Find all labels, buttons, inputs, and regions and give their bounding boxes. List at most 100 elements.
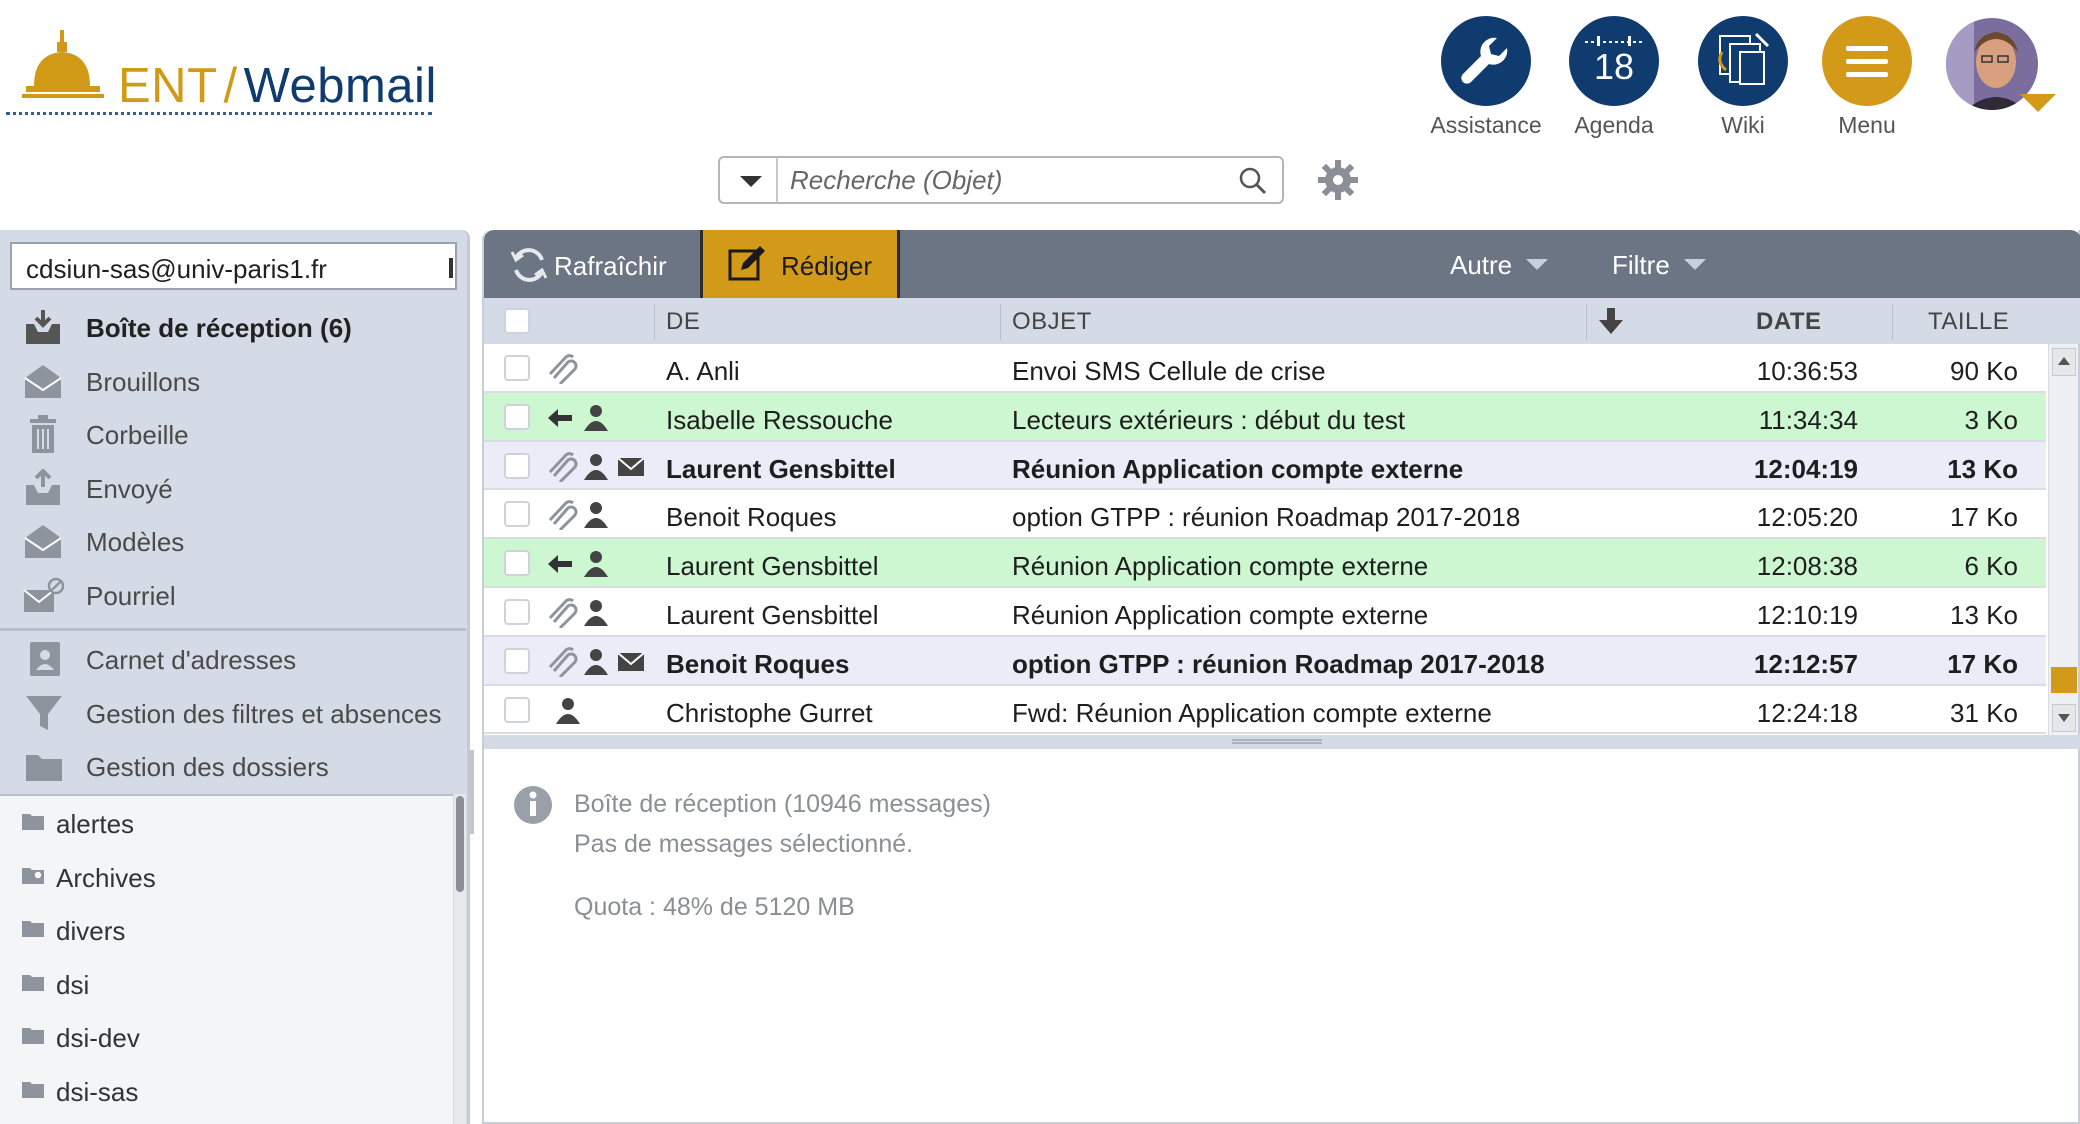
inbox-icon — [26, 310, 60, 344]
panel-resize-handle[interactable] — [470, 750, 474, 834]
column-from[interactable]: DE — [666, 308, 700, 336]
filters-link[interactable]: Gestion des filtres et absences — [0, 686, 466, 740]
message-from: Benoit Roques — [666, 648, 850, 679]
folder-dsi-sas[interactable]: dsi-sas — [0, 1064, 453, 1118]
column-date[interactable]: DATE — [1756, 308, 1822, 336]
scrollbar-thumb[interactable] — [2051, 667, 2077, 693]
message-row[interactable]: Laurent Gensbittel Réunion Application co… — [484, 539, 2046, 588]
assistance-button[interactable]: Assistance — [1421, 16, 1551, 139]
message-status-icons — [546, 549, 646, 579]
user-avatar[interactable] — [1944, 16, 2056, 112]
column-divider — [654, 304, 655, 340]
compose-label: Rédiger — [781, 251, 873, 281]
message-checkbox[interactable] — [504, 696, 530, 723]
other-menu[interactable]: Autre — [1450, 250, 1549, 281]
folder-icon — [22, 921, 44, 937]
filter-label: Filtre — [1612, 250, 1670, 280]
message-subject: Réunion Application compte externe — [1012, 551, 1429, 582]
message-size: 17 Ko — [1950, 502, 2018, 533]
message-from: Laurent Gensbittel — [666, 551, 879, 582]
message-size: 17 Ko — [1947, 648, 2018, 679]
message-checkbox[interactable] — [504, 550, 530, 577]
folder-list-scrollbar[interactable] — [454, 794, 466, 1124]
message-subject: Fwd: Réunion Application compte externe — [1012, 697, 1492, 728]
message-size: 3 Ko — [1964, 404, 2019, 435]
folder-label: Boîte de réception (6) — [86, 313, 352, 343]
message-from: Laurent Gensbittel — [666, 599, 879, 630]
column-subject[interactable]: OBJET — [1012, 308, 1092, 336]
message-list-scrollbar[interactable] — [2048, 344, 2078, 736]
folder-icon — [22, 814, 44, 830]
message-row[interactable]: A. Anli Envoi SMS Cellule de crise 10:36:5… — [484, 344, 2046, 393]
filter-menu[interactable]: Filtre — [1612, 250, 1706, 281]
folder-inbox[interactable]: Boîte de réception (6) — [0, 300, 466, 354]
trash-icon — [30, 415, 56, 453]
message-date: 12:24:18 — [1756, 697, 1858, 728]
folder-label: Pourriel — [86, 580, 176, 611]
preview-resize-handle[interactable] — [484, 735, 2080, 749]
message-subject: option GTPP : réunion Roadmap 2017-2018 — [1012, 648, 1545, 679]
folder-spam[interactable]: Pourriel — [0, 568, 466, 622]
refresh-button[interactable]: Rafraîchir — [498, 242, 678, 288]
message-size: 6 Ko — [1964, 551, 2019, 582]
message-checkbox[interactable] — [504, 598, 530, 625]
message-row[interactable]: Laurent Gensbittel Réunion Application co… — [484, 587, 2046, 637]
search-icon[interactable] — [1238, 166, 1268, 196]
message-status-icons — [546, 696, 646, 726]
search-input[interactable] — [790, 164, 1220, 196]
folder-archives[interactable]: Archives — [0, 850, 453, 904]
folder-drafts[interactable]: Brouillons — [0, 354, 466, 408]
message-size: 31 Ko — [1950, 697, 2018, 728]
wiki-icon — [1698, 16, 1788, 106]
scroll-up-arrow[interactable] — [2052, 348, 2076, 376]
folder-label: Modèles — [86, 527, 185, 557]
wiki-label: Wiki — [1721, 112, 1765, 138]
agenda-button[interactable]: 18 Agenda — [1549, 16, 1679, 139]
folders-management-link[interactable]: Gestion des dossiers — [0, 739, 466, 793]
message-row[interactable]: Benoit Roques option GTPP : réunion Roadm… — [484, 490, 2046, 540]
message-checkbox[interactable] — [504, 501, 530, 528]
message-row[interactable]: Benoit Roques option GTPP : réunion Roadm… — [484, 636, 2046, 686]
message-row[interactable]: Isabelle Ressouche Lecteurs extérieurs : … — [484, 392, 2046, 442]
folder-alertes[interactable]: alertes — [0, 796, 453, 850]
menu-button[interactable]: Menu — [1802, 16, 1932, 139]
compose-button[interactable]: Rédiger — [700, 230, 900, 298]
calendar-icon: 18 — [1569, 16, 1659, 106]
app-logo[interactable]: ENT / Webmail — [0, 10, 440, 125]
message-date: 12:05:20 — [1756, 502, 1858, 533]
folder-trash[interactable]: Corbeille — [0, 407, 466, 461]
search-options-dropdown[interactable] — [720, 158, 778, 202]
menu-label: Menu — [1838, 112, 1896, 138]
folder-label: dsi-dev — [56, 1023, 140, 1053]
message-checkbox[interactable] — [504, 452, 530, 479]
message-subject: Réunion Application compte externe — [1012, 599, 1429, 630]
quota-text: Quota : 48% de 5120 MB — [574, 893, 855, 921]
message-row[interactable]: Laurent Gensbittel Réunion Application co… — [484, 441, 2046, 491]
scrollbar-thumb[interactable] — [456, 796, 464, 892]
avatar-dropdown-icon[interactable] — [2020, 94, 2056, 112]
column-size[interactable]: TAILLE — [1928, 308, 2009, 336]
column-divider — [1586, 304, 1587, 340]
addressbook-link[interactable]: Carnet d'adresses — [0, 632, 466, 686]
compose-icon — [728, 246, 765, 281]
folder-dsi-dev[interactable]: dsi-dev — [0, 1010, 453, 1064]
resize-grip[interactable] — [1232, 739, 1322, 744]
folder-dsi[interactable]: dsi — [0, 957, 453, 1011]
attachment-icon — [546, 500, 578, 537]
folder-sent[interactable]: Envoyé — [0, 461, 466, 515]
folder-templates[interactable]: Modèles — [0, 514, 466, 568]
message-row[interactable]: Christophe Gurret Fwd: Réunion Applicatio… — [484, 685, 2046, 735]
addressbook-icon — [30, 642, 60, 676]
account-selector[interactable]: cdsiun-sas@univ-paris1.fr — [10, 242, 457, 290]
message-checkbox[interactable] — [504, 355, 530, 381]
message-checkbox[interactable] — [504, 403, 530, 430]
message-checkbox[interactable] — [504, 647, 530, 674]
sort-descending-icon[interactable] — [1596, 306, 1626, 336]
settings-gear-icon[interactable] — [1316, 158, 1360, 202]
scroll-down-arrow[interactable] — [2052, 704, 2076, 732]
select-all-checkbox[interactable] — [504, 308, 530, 334]
wiki-button[interactable]: Wiki — [1678, 16, 1808, 139]
folder-divers[interactable]: divers — [0, 903, 453, 957]
wrench-icon — [1441, 16, 1531, 106]
message-status-icons — [546, 403, 646, 433]
